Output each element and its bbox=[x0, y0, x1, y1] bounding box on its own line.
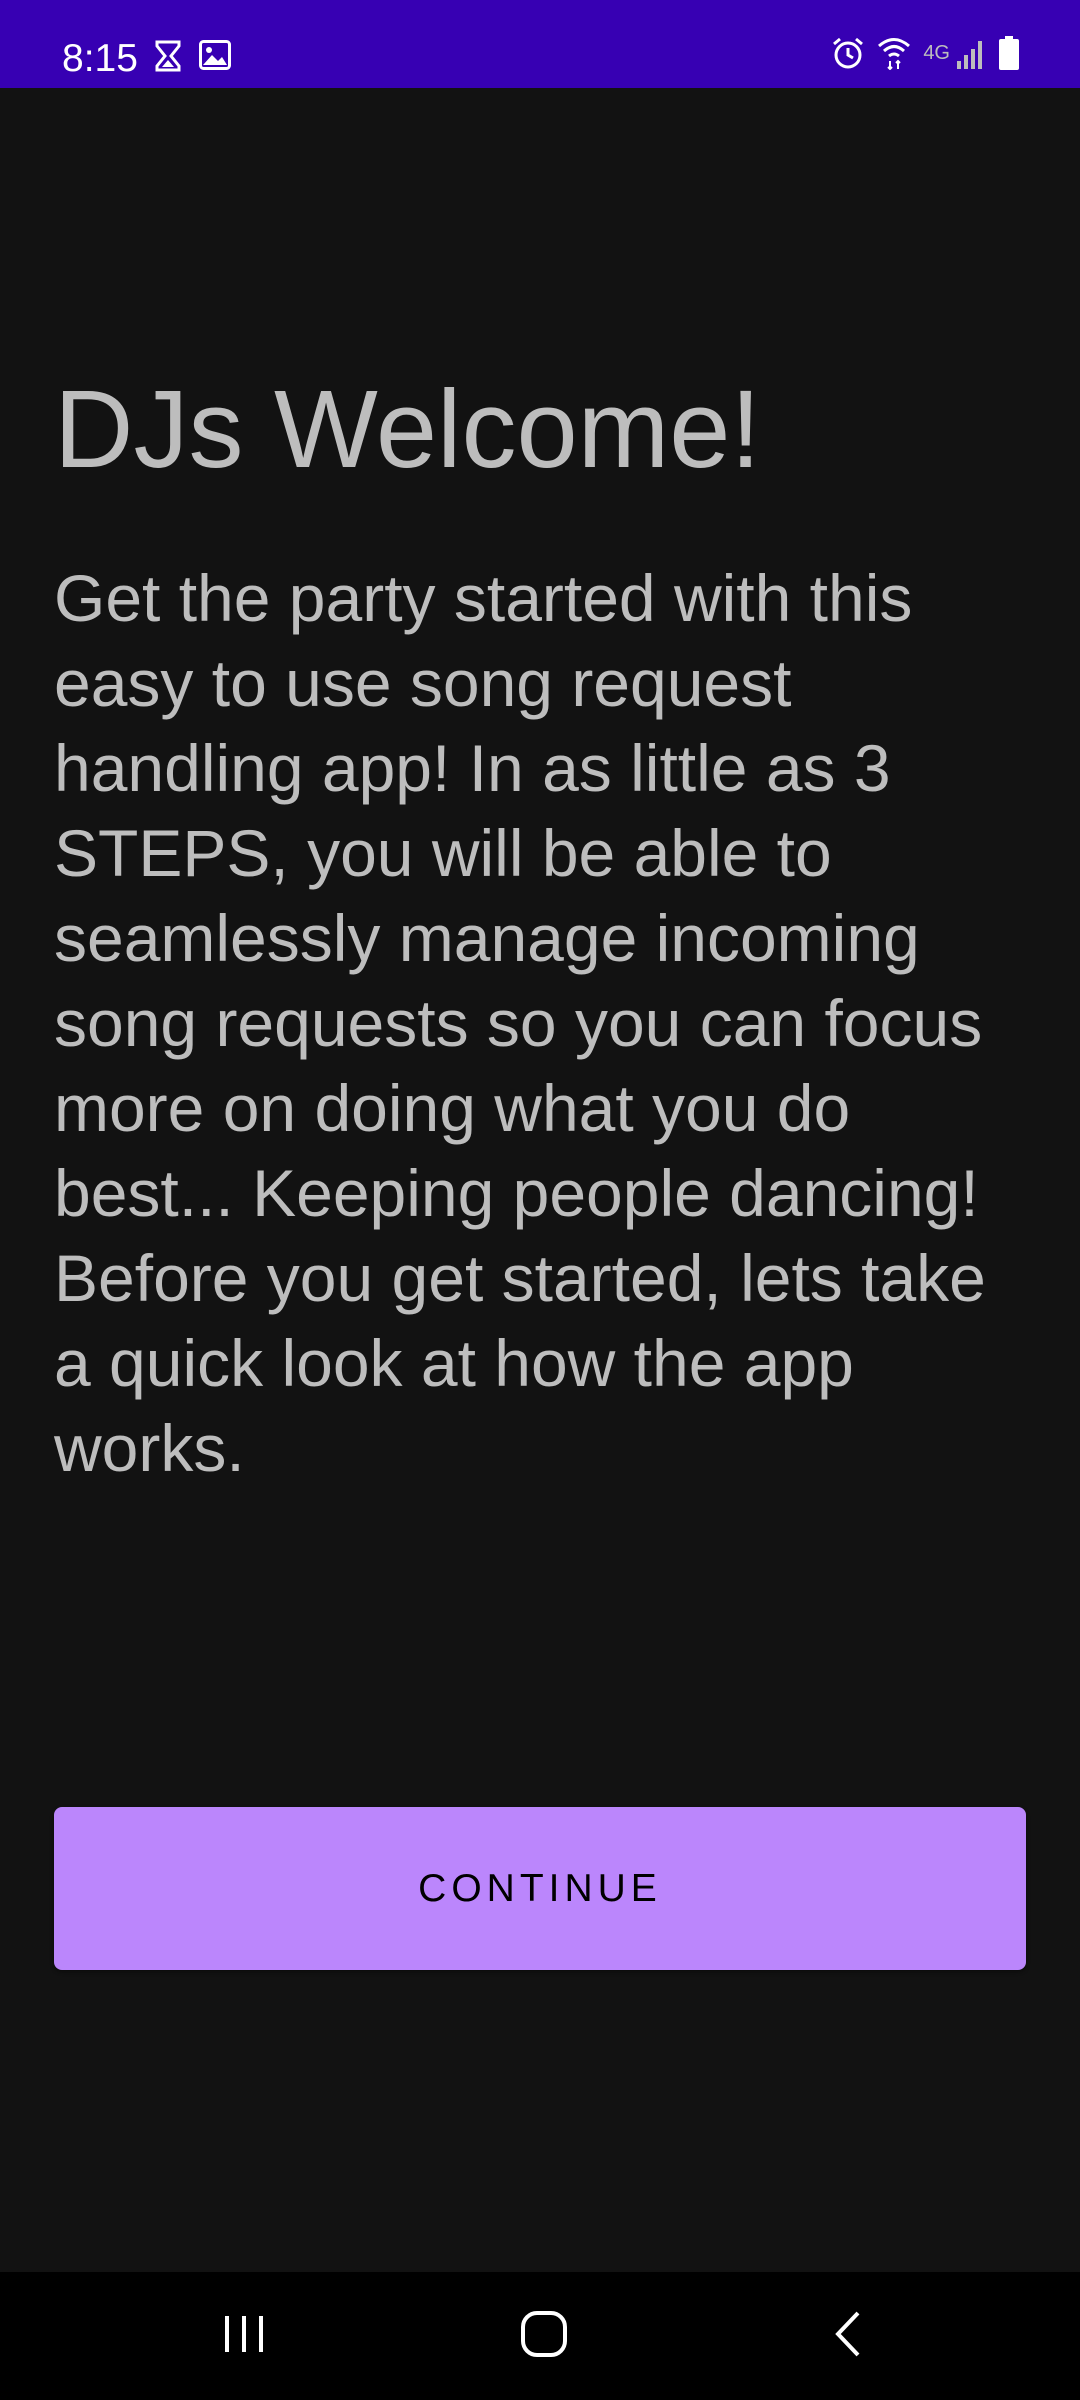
back-button[interactable] bbox=[768, 2272, 928, 2400]
page-title: DJs Welcome! bbox=[54, 368, 761, 491]
back-icon bbox=[828, 2309, 868, 2363]
signal-icon bbox=[956, 37, 986, 69]
home-icon bbox=[519, 2309, 569, 2363]
alarm-icon bbox=[831, 36, 865, 70]
continue-button[interactable]: CONTINUE bbox=[54, 1807, 1026, 1970]
status-bar: 8:15 4G bbox=[0, 0, 1080, 88]
battery-icon bbox=[998, 36, 1020, 70]
recent-apps-button[interactable] bbox=[164, 2272, 324, 2400]
hourglass-icon bbox=[155, 40, 181, 72]
welcome-screen: 8:15 4G DJs Welcome! Get the party start… bbox=[0, 0, 1080, 2400]
wifi-icon bbox=[877, 36, 911, 70]
status-left-icons bbox=[155, 40, 231, 72]
network-type-label: 4G bbox=[923, 41, 950, 64]
welcome-description: Get the party started with this easy to … bbox=[54, 561, 986, 1485]
home-button[interactable] bbox=[464, 2272, 624, 2400]
navigation-bar bbox=[0, 2272, 1080, 2400]
status-right-icons: 4G bbox=[831, 36, 1020, 70]
status-time: 8:15 bbox=[62, 37, 138, 80]
image-icon bbox=[199, 40, 231, 72]
recent-apps-icon bbox=[222, 2312, 266, 2360]
